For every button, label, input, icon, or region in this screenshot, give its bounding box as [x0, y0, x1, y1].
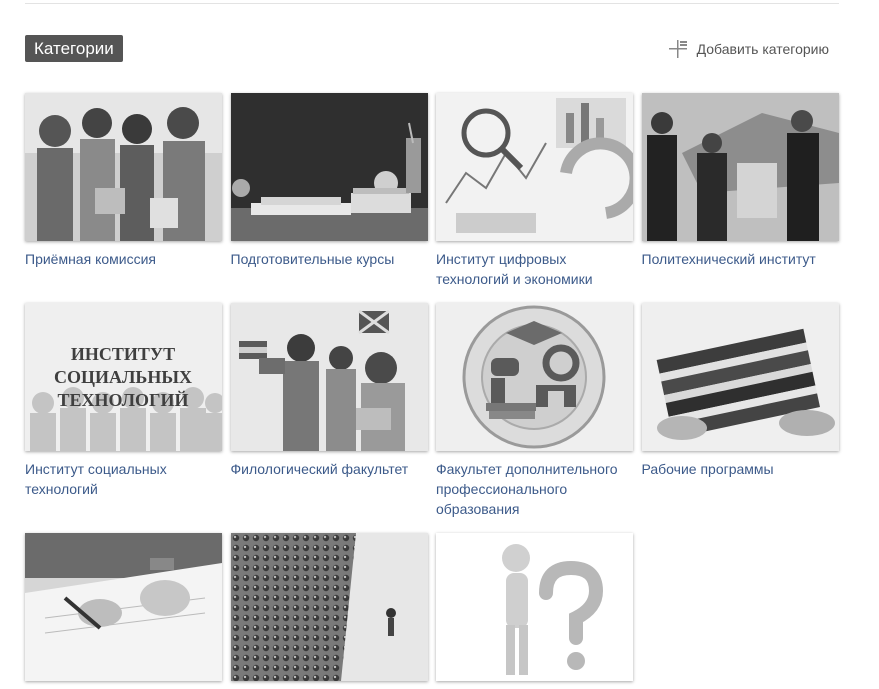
category-title: Институт цифровых технологий и экономики [436, 251, 593, 287]
category-title: Политехнический институт [641, 251, 816, 267]
question-figure-image [436, 533, 633, 681]
institute-logo-line-2: СОЦИАЛЬНЫХ [54, 367, 192, 387]
add-category-button[interactable]: Добавить категорию [667, 35, 829, 62]
students-photo [25, 93, 222, 241]
category-card-work-programs[interactable]: Рабочие программы [641, 303, 839, 479]
category-title: Рабочие программы [641, 461, 774, 477]
category-title: Подготовительные курсы [230, 251, 395, 267]
category-title: Институт социальных технологий [25, 461, 167, 497]
add-category-icon [668, 39, 687, 58]
category-card-digital-institute[interactable]: Институт цифровых технологий и экономики [436, 93, 633, 289]
charts-photo [436, 93, 633, 241]
category-card-philology[interactable]: Филологический факультет [230, 303, 428, 479]
crowd-photo [230, 533, 428, 681]
category-card-social-tech[interactable]: ИНСТИТУТ СОЦИАЛЬНЫХ ТЕХНОЛОГИЙ Институт … [25, 303, 222, 499]
category-card-row3-2[interactable] [230, 533, 428, 689]
binders-photo [641, 303, 839, 451]
category-card-row3-3[interactable] [436, 533, 633, 689]
top-divider [25, 3, 839, 4]
institute-logo-line-3: ТЕХНОЛОГИЙ [58, 389, 189, 410]
institute-logo-line-1: ИНСТИТУТ [71, 344, 175, 364]
add-category-label: Добавить категорию [696, 40, 829, 57]
business-people-photo [641, 93, 839, 241]
category-title: Факультет дополнительного профессиональн… [436, 461, 618, 517]
category-title: Филологический факультет [230, 461, 409, 477]
category-card-admissions[interactable]: Приёмная комиссия [25, 93, 222, 269]
categories-header: Категории Добавить категорию [25, 35, 839, 62]
writing-hand-photo [25, 533, 222, 681]
category-title: Приёмная комиссия [25, 251, 156, 267]
category-card-dpo-faculty[interactable]: Факультет дополнительного профессиональн… [436, 303, 633, 519]
category-card-row3-1[interactable] [25, 533, 222, 689]
institute-logo-image: ИНСТИТУТ СОЦИАЛЬНЫХ ТЕХНОЛОГИЙ [25, 303, 222, 451]
category-card-polytech[interactable]: Политехнический институт [641, 93, 839, 269]
section-title: Категории [25, 35, 123, 62]
flags-students-photo [230, 303, 428, 451]
faculty-seal-image [436, 303, 633, 451]
category-card-prep-courses[interactable]: Подготовительные курсы [230, 93, 428, 269]
chalkboard-photo [230, 93, 428, 241]
